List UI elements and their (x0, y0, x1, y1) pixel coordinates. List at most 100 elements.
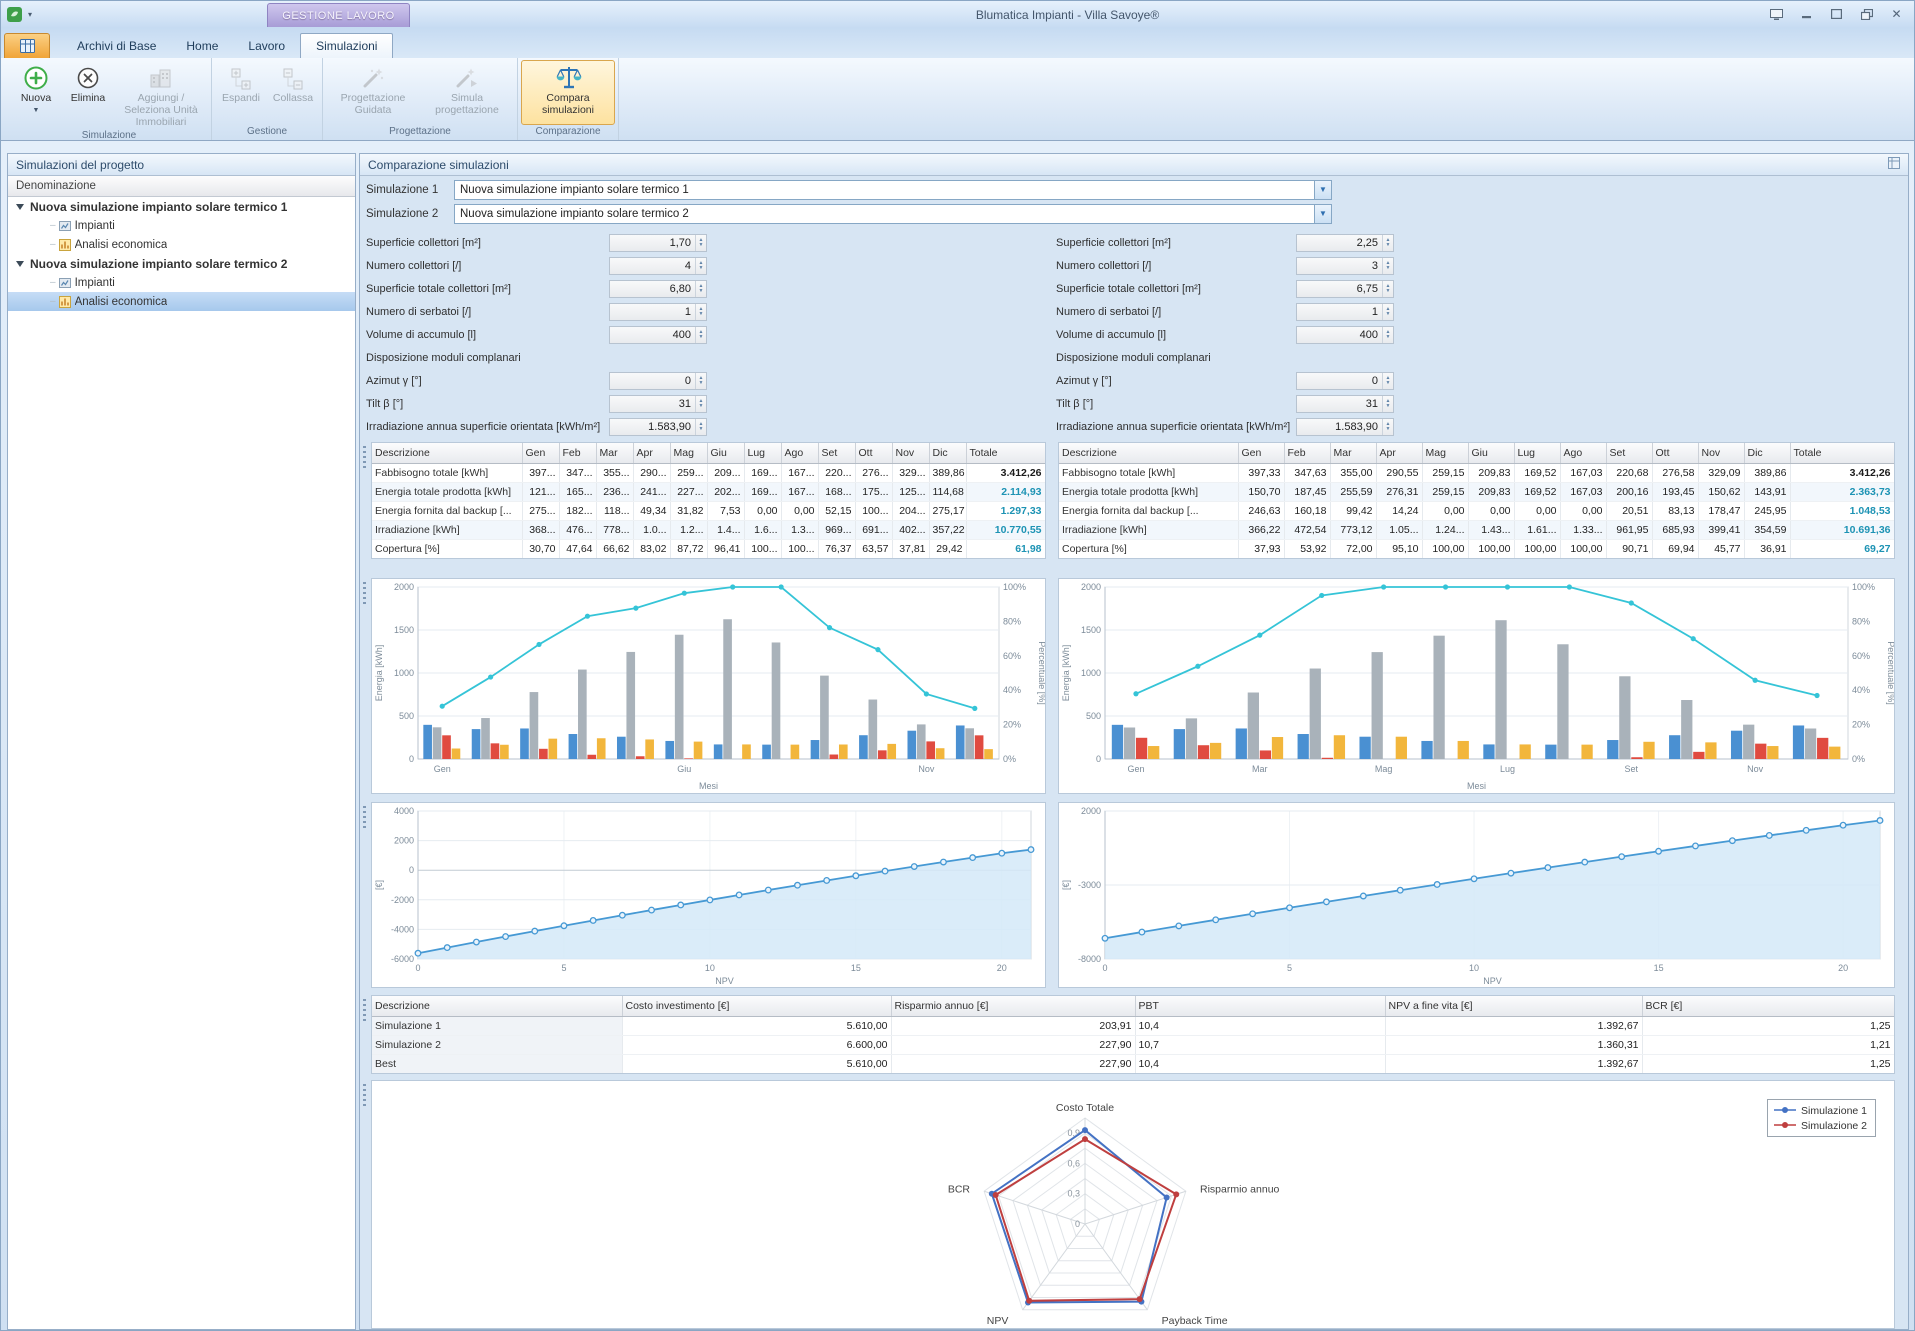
tree-item-analisi-economica[interactable]: ‒Analisi economica (8, 235, 355, 254)
spinner-icons[interactable]: ▲▼ (1382, 304, 1393, 320)
column-header-dic[interactable]: Dic (1744, 443, 1790, 463)
quick-access-dropdown-icon[interactable]: ▾ (28, 10, 32, 19)
spinner-icons[interactable]: ▲▼ (1382, 281, 1393, 297)
tree-item-analisi-economica[interactable]: ‒Analisi economica (8, 292, 355, 311)
tree-item-impianti[interactable]: ‒Impianti (8, 216, 355, 235)
table-row[interactable]: Fabbisogno totale [kWh]397...347...355..… (372, 463, 1045, 482)
tab-home[interactable]: Home (171, 33, 233, 58)
tab-lavoro[interactable]: Lavoro (233, 33, 300, 58)
column-header-feb[interactable]: Feb (1284, 443, 1330, 463)
column-header-ott[interactable]: Ott (855, 443, 892, 463)
param-field-sim2-numero-di-serbatoi[interactable]: 1▲▼ (1296, 303, 1394, 321)
column-header-mag[interactable]: Mag (670, 443, 707, 463)
column-header-ago[interactable]: Ago (1560, 443, 1606, 463)
param-field-sim2-numero-collettori[interactable]: 3▲▼ (1296, 257, 1394, 275)
column-header-denominazione[interactable]: Denominazione (8, 176, 355, 197)
column-header-mar[interactable]: Mar (596, 443, 633, 463)
table-row[interactable]: Irradiazione [kWh]366,22472,54773,121.05… (1059, 520, 1894, 539)
spinner-icons[interactable]: ▲▼ (695, 304, 706, 320)
simulation-2-combobox[interactable]: Nuova simulazione impianto solare termic… (454, 204, 1332, 224)
param-field-sim1-volume-di-accumulo-l[interactable]: 400▲▼ (609, 326, 707, 344)
table-row[interactable]: Energia totale prodotta [kWh]150,70187,4… (1059, 482, 1894, 501)
param-field-sim1-irradiazione-annua-superficie-orientata-kwh-m[interactable]: 1.583,90▲▼ (609, 418, 707, 436)
column-header-ott[interactable]: Ott (1652, 443, 1698, 463)
chevron-down-icon[interactable]: ▼ (1314, 205, 1331, 223)
table-row[interactable]: Simulazione 26.600,00227,9010,71.360,311… (372, 1035, 1894, 1054)
param-field-sim2-volume-di-accumulo-l[interactable]: 400▲▼ (1296, 326, 1394, 344)
spinner-icons[interactable]: ▲▼ (695, 327, 706, 343)
column-header-descrizione[interactable]: Descrizione (1059, 443, 1238, 463)
table-row[interactable]: Best5.610,00227,9010,41.392,671,25 (372, 1054, 1894, 1073)
param-field-sim1-tilt[interactable]: 31▲▼ (609, 395, 707, 413)
table-row[interactable]: Energia fornita dal backup [...246,63160… (1059, 501, 1894, 520)
splitter-grip[interactable] (363, 582, 366, 606)
column-header-descrizione[interactable]: Descrizione (372, 443, 522, 463)
column-header-giu[interactable]: Giu (707, 443, 744, 463)
tab-simulazioni[interactable]: Simulazioni (300, 33, 393, 58)
param-field-sim2-tilt[interactable]: 31▲▼ (1296, 395, 1394, 413)
spinner-icons[interactable]: ▲▼ (1382, 373, 1393, 389)
column-header-feb[interactable]: Feb (559, 443, 596, 463)
compara-simulazioni-button[interactable]: Compara simulazioni (521, 60, 615, 125)
param-field-sim2-superficie-collettori-m[interactable]: 2,25▲▼ (1296, 234, 1394, 252)
column-header-gen[interactable]: Gen (1238, 443, 1284, 463)
column-header-mar[interactable]: Mar (1330, 443, 1376, 463)
column-header-lug[interactable]: Lug (744, 443, 781, 463)
table-row[interactable]: Copertura [%]37,9353,9272,0095,10100,001… (1059, 539, 1894, 558)
splitter-grip[interactable] (363, 1084, 366, 1108)
param-field-sim2-azimut[interactable]: 0▲▼ (1296, 372, 1394, 390)
splitter-grip[interactable] (363, 806, 366, 830)
column-header-set[interactable]: Set (818, 443, 855, 463)
tree-item-impianti[interactable]: ‒Impianti (8, 273, 355, 292)
splitter-grip[interactable] (363, 446, 366, 470)
column-header-gen[interactable]: Gen (522, 443, 559, 463)
table-row[interactable]: Simulazione 15.610,00203,9110,41.392,671… (372, 1016, 1894, 1035)
tree-node-nuova-simulazione-impianto-solare-termico-2[interactable]: Nuova simulazione impianto solare termic… (8, 254, 355, 273)
splitter-grip[interactable] (363, 999, 366, 1023)
spinner-icons[interactable]: ▲▼ (1382, 419, 1393, 435)
param-field-sim1-azimut[interactable]: 0▲▼ (609, 372, 707, 390)
simulation-1-combobox[interactable]: Nuova simulazione impianto solare termic… (454, 180, 1332, 200)
column-header-set[interactable]: Set (1606, 443, 1652, 463)
expander-icon[interactable] (16, 261, 24, 267)
column-header-nov[interactable]: Nov (892, 443, 929, 463)
column-header-risparmio-annuo[interactable]: Risparmio annuo [€] (891, 996, 1135, 1016)
param-field-sim2-irradiazione-annua-superficie-orientata-kwh-m[interactable]: 1.583,90▲▼ (1296, 418, 1394, 436)
application-menu-button[interactable] (4, 33, 50, 58)
column-header-pbt[interactable]: PBT (1135, 996, 1385, 1016)
minimize-button[interactable] (1793, 5, 1820, 23)
column-header-bcr[interactable]: BCR [€] (1642, 996, 1894, 1016)
expander-icon[interactable] (16, 204, 24, 210)
spinner-icons[interactable]: ▲▼ (695, 281, 706, 297)
param-field-sim1-numero-di-serbatoi[interactable]: 1▲▼ (609, 303, 707, 321)
nuova-button[interactable]: Nuova▼ (10, 60, 62, 129)
elimina-button[interactable]: Elimina (62, 60, 114, 129)
spinner-icons[interactable]: ▲▼ (1382, 327, 1393, 343)
spinner-icons[interactable]: ▲▼ (695, 235, 706, 251)
spinner-icons[interactable]: ▲▼ (1382, 235, 1393, 251)
spinner-icons[interactable]: ▲▼ (695, 396, 706, 412)
column-header-lug[interactable]: Lug (1514, 443, 1560, 463)
param-field-sim1-numero-collettori[interactable]: 4▲▼ (609, 257, 707, 275)
column-header-apr[interactable]: Apr (1376, 443, 1422, 463)
spinner-icons[interactable]: ▲▼ (1382, 258, 1393, 274)
table-row[interactable]: Energia fornita dal backup [...275...182… (372, 501, 1045, 520)
column-header-mag[interactable]: Mag (1422, 443, 1468, 463)
column-header-apr[interactable]: Apr (633, 443, 670, 463)
tab-archivi-di-base[interactable]: Archivi di Base (62, 33, 171, 58)
chevron-down-icon[interactable]: ▼ (1314, 181, 1331, 199)
tree-node-nuova-simulazione-impianto-solare-termico-1[interactable]: Nuova simulazione impianto solare termic… (8, 197, 355, 216)
panel-options-icon[interactable] (1888, 157, 1900, 172)
spinner-icons[interactable]: ▲▼ (695, 419, 706, 435)
close-button[interactable]: ✕ (1883, 5, 1910, 23)
maximize-button[interactable] (1823, 5, 1850, 23)
column-header-dic[interactable]: Dic (929, 443, 966, 463)
spinner-icons[interactable]: ▲▼ (1382, 396, 1393, 412)
column-header-costo-investimento[interactable]: Costo investimento [€] (622, 996, 891, 1016)
column-header-nov[interactable]: Nov (1698, 443, 1744, 463)
table-row[interactable]: Irradiazione [kWh]368...476...778...1.0.… (372, 520, 1045, 539)
column-header-giu[interactable]: Giu (1468, 443, 1514, 463)
table-row[interactable]: Copertura [%]30,7047,6466,6283,0287,7296… (372, 539, 1045, 558)
column-header-totale[interactable]: Totale (966, 443, 1045, 463)
param-field-sim1-superficie-collettori-m[interactable]: 1,70▲▼ (609, 234, 707, 252)
